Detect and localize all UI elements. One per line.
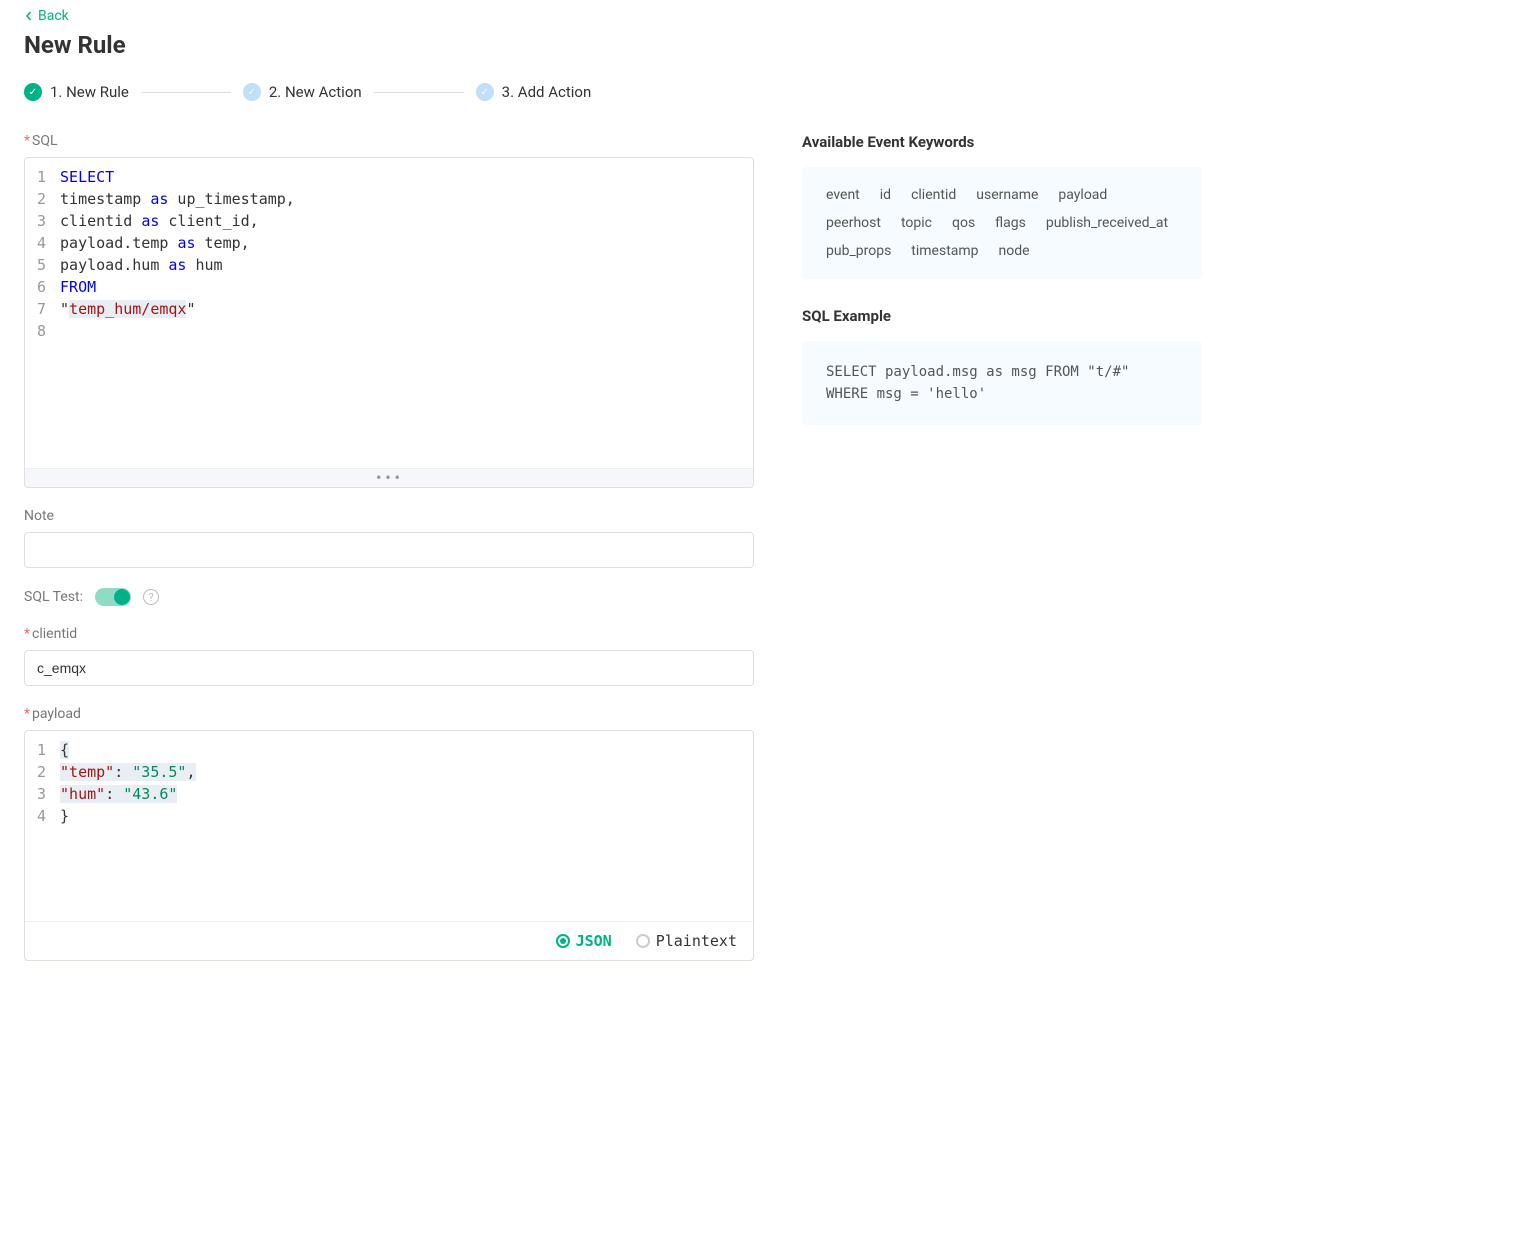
check-icon: ✓	[243, 83, 261, 101]
sql-test-label: SQL Test:	[24, 589, 83, 605]
back-button[interactable]: Back	[24, 8, 69, 24]
keyword-tag[interactable]: topic	[901, 215, 932, 231]
clientid-field-label: *clientid	[24, 626, 754, 642]
keyword-tag[interactable]: flags	[995, 215, 1026, 231]
keyword-tag[interactable]: clientid	[911, 187, 956, 203]
keyword-tag[interactable]: username	[976, 187, 1038, 203]
keyword-tag[interactable]: payload	[1058, 187, 1107, 203]
radio-icon	[636, 934, 650, 948]
payload-format-toolbar: JSON Plaintext	[25, 921, 753, 960]
keyword-tag[interactable]: event	[826, 187, 860, 203]
sql-gutter: 12345678	[25, 158, 54, 468]
check-icon: ✓	[24, 83, 42, 101]
step[interactable]: ✓ 2. New Action	[243, 83, 362, 101]
keyword-tag[interactable]: pub_props	[826, 243, 891, 259]
sql-example-box: SELECT payload.msg as msg FROM "t/#" WHE…	[802, 341, 1202, 425]
step-connector	[141, 92, 231, 93]
step-connector	[374, 92, 464, 93]
sql-field-label: *SQL	[24, 133, 754, 149]
keyword-tag[interactable]: qos	[952, 215, 975, 231]
payload-code[interactable]: {"temp": "35.5","hum": "43.6"}	[54, 731, 753, 921]
step-label: 1. New Rule	[50, 83, 129, 101]
sql-editor[interactable]: 12345678 SELECTtimestamp as up_timestamp…	[24, 157, 754, 488]
page-title: New Rule	[24, 31, 1496, 59]
help-icon[interactable]: ?	[143, 589, 159, 605]
step[interactable]: ✓ 3. Add Action	[476, 83, 592, 101]
keyword-tag[interactable]: peerhost	[826, 215, 881, 231]
payload-gutter: 1234	[25, 731, 54, 921]
sql-test-toggle[interactable]	[95, 588, 131, 606]
keyword-tag[interactable]: timestamp	[911, 243, 978, 259]
keyword-tag[interactable]: node	[999, 243, 1030, 259]
note-input[interactable]	[24, 532, 754, 568]
format-option-plaintext[interactable]: Plaintext	[636, 932, 737, 950]
step[interactable]: ✓ 1. New Rule	[24, 83, 129, 101]
note-field-label: Note	[24, 508, 754, 524]
sql-resize-handle[interactable]: •••	[25, 468, 753, 487]
chevron-left-icon	[24, 11, 34, 21]
keyword-tag[interactable]: id	[880, 187, 891, 203]
keywords-box: event id clientid username payload peerhost to…	[802, 167, 1202, 279]
radio-label: Plaintext	[656, 932, 737, 950]
check-icon: ✓	[476, 83, 494, 101]
step-label: 2. New Action	[269, 83, 362, 101]
sql-example-title: SQL Example	[802, 307, 1202, 325]
payload-editor[interactable]: 1234 {"temp": "35.5","hum": "43.6"} JSON…	[24, 730, 754, 961]
format-option-json[interactable]: JSON	[556, 932, 612, 950]
clientid-input[interactable]	[24, 650, 754, 686]
payload-field-label: *payload	[24, 706, 754, 722]
sql-code[interactable]: SELECTtimestamp as up_timestamp,clientid…	[54, 158, 753, 468]
keywords-title: Available Event Keywords	[802, 133, 1202, 151]
step-label: 3. Add Action	[502, 83, 592, 101]
radio-label: JSON	[576, 932, 612, 950]
radio-icon	[556, 934, 570, 948]
back-label: Back	[38, 8, 69, 24]
keyword-tag[interactable]: publish_received_at	[1046, 215, 1168, 231]
steps-bar: ✓ 1. New Rule ✓ 2. New Action ✓ 3. Add Action	[24, 83, 1496, 101]
